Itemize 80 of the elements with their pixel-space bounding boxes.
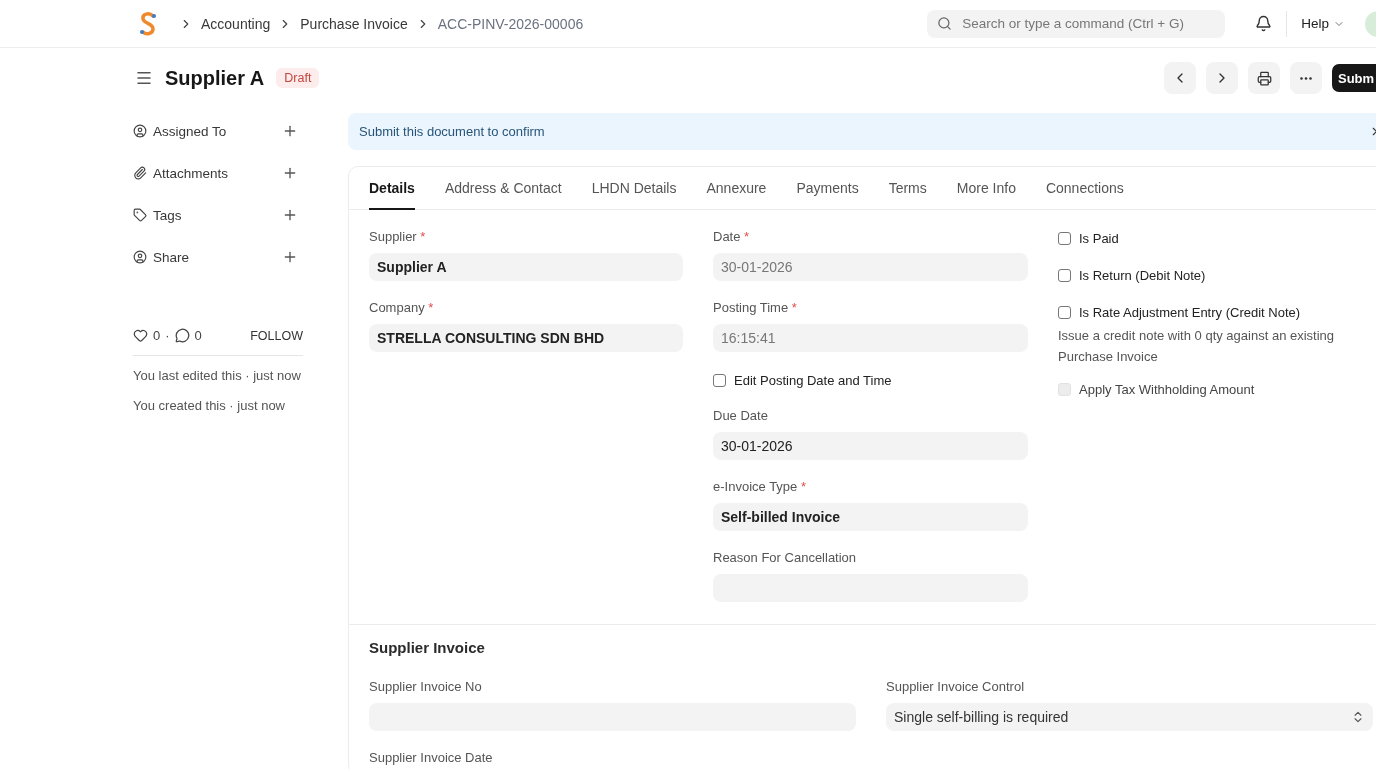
search-field[interactable]: Search or type a command (Ctrl + G) — [960, 15, 1216, 32]
input-field[interactable]: 16:15:41 — [713, 324, 1028, 352]
bell-icon[interactable] — [1255, 15, 1273, 32]
comment-icon[interactable] — [174, 328, 190, 343]
sidebar-item[interactable]: Attachments — [153, 165, 276, 181]
help-menu[interactable]: Help — [1301, 16, 1345, 31]
like-count: 0 — [153, 328, 161, 343]
select-field[interactable]: Single self-billing is required — [886, 703, 1373, 731]
input-field[interactable]: Supplier A — [369, 253, 683, 281]
printer-icon — [1256, 70, 1272, 86]
sidebar-item[interactable]: Assigned To — [153, 123, 276, 139]
user-icon — [133, 124, 147, 138]
checkbox-label: Edit Posting Date and Time — [734, 372, 892, 388]
tab[interactable]: Annexure — [706, 167, 767, 210]
breadcrumb-link[interactable]: Purchase Invoice — [300, 15, 408, 32]
sidebar-item[interactable]: Share — [153, 249, 276, 265]
tab[interactable]: Connections — [1045, 167, 1124, 210]
menu-icon[interactable] — [135, 69, 153, 87]
search-icon — [937, 16, 953, 31]
comment-count: 0 — [194, 328, 202, 343]
user-icon — [133, 250, 147, 264]
required-mark: * — [799, 479, 806, 494]
field-label: Company * — [369, 299, 435, 317]
paperclip-icon — [133, 166, 147, 180]
checkbox-label: Is Paid — [1079, 230, 1119, 246]
section-title: Supplier Invoice — [369, 639, 486, 656]
logo-icon[interactable] — [137, 10, 159, 37]
status-badge: Draft — [276, 68, 320, 88]
required-mark: * — [790, 300, 797, 315]
print-button[interactable] — [1248, 62, 1280, 94]
next-button[interactable] — [1206, 62, 1238, 94]
input-field[interactable]: 30-01-2026 — [713, 253, 1028, 281]
checkbox[interactable] — [1058, 231, 1071, 245]
banner-text: Submit this document to confirm — [359, 124, 545, 139]
tag-icon — [133, 208, 147, 222]
previous-button[interactable] — [1164, 62, 1196, 94]
field-label: Reason For Cancellation — [713, 549, 858, 567]
field-description: Issue a credit note with 0 qty against an existing Purchase Invoice — [1058, 327, 1336, 366]
tab[interactable]: More Info — [956, 167, 1016, 210]
activity-text: You created this · just now — [133, 397, 286, 415]
tab[interactable]: Terms — [888, 167, 927, 210]
breadcrumb-link[interactable]: Accounting — [201, 15, 271, 32]
more-icon — [1300, 76, 1312, 80]
field-label: Posting Time * — [713, 299, 798, 317]
checkbox-label: Apply Tax Withholding Amount — [1079, 381, 1255, 397]
add-icon[interactable] — [282, 249, 298, 265]
required-mark: * — [427, 300, 434, 315]
input-field[interactable]: STRELLA CONSULTING SDN BHD — [369, 324, 683, 352]
search-bar[interactable]: Search or type a command (Ctrl + G) — [927, 9, 1226, 38]
tab[interactable]: Details — [369, 167, 415, 210]
checkbox[interactable] — [1058, 305, 1071, 319]
field-label: Supplier Invoice No — [369, 678, 483, 696]
heart-icon[interactable] — [133, 328, 148, 343]
field-label: Supplier Invoice Date — [369, 749, 494, 767]
separator-dot: · — [165, 328, 170, 343]
tab[interactable]: Payments — [796, 167, 859, 210]
field-label: Supplier Invoice Control — [886, 678, 1026, 696]
required-mark: * — [419, 229, 426, 244]
submit-button[interactable]: Subm — [1332, 64, 1376, 92]
checkbox[interactable] — [713, 373, 726, 387]
field-label: e-Invoice Type * — [713, 478, 807, 496]
page-title: Supplier A — [165, 66, 265, 90]
required-mark: * — [743, 229, 750, 244]
breadcrumb-link[interactable]: ACC-PINV-2026-00006 — [437, 15, 584, 32]
follow-button[interactable]: FOLLOW — [250, 328, 303, 343]
activity-text: You last edited this · just now — [133, 367, 302, 385]
checkbox-label: Is Rate Adjustment Entry (Credit Note) — [1079, 304, 1301, 320]
sidebar-item[interactable]: Tags — [153, 207, 276, 223]
add-icon[interactable] — [282, 207, 298, 223]
field-label: Supplier * — [369, 228, 427, 246]
tab[interactable]: Address & Contact — [444, 167, 562, 210]
add-icon[interactable] — [282, 123, 298, 139]
input-field[interactable]: Self-billed Invoice — [713, 503, 1028, 531]
field-label: Date * — [713, 228, 751, 246]
checkbox-label: Is Return (Debit Note) — [1079, 267, 1206, 283]
tab[interactable]: LHDN Details — [591, 167, 677, 210]
checkbox[interactable] — [1058, 268, 1071, 282]
input-field[interactable]: 30-01-2026 — [713, 432, 1028, 460]
field-label: Due Date — [713, 407, 769, 425]
add-icon[interactable] — [282, 165, 298, 181]
